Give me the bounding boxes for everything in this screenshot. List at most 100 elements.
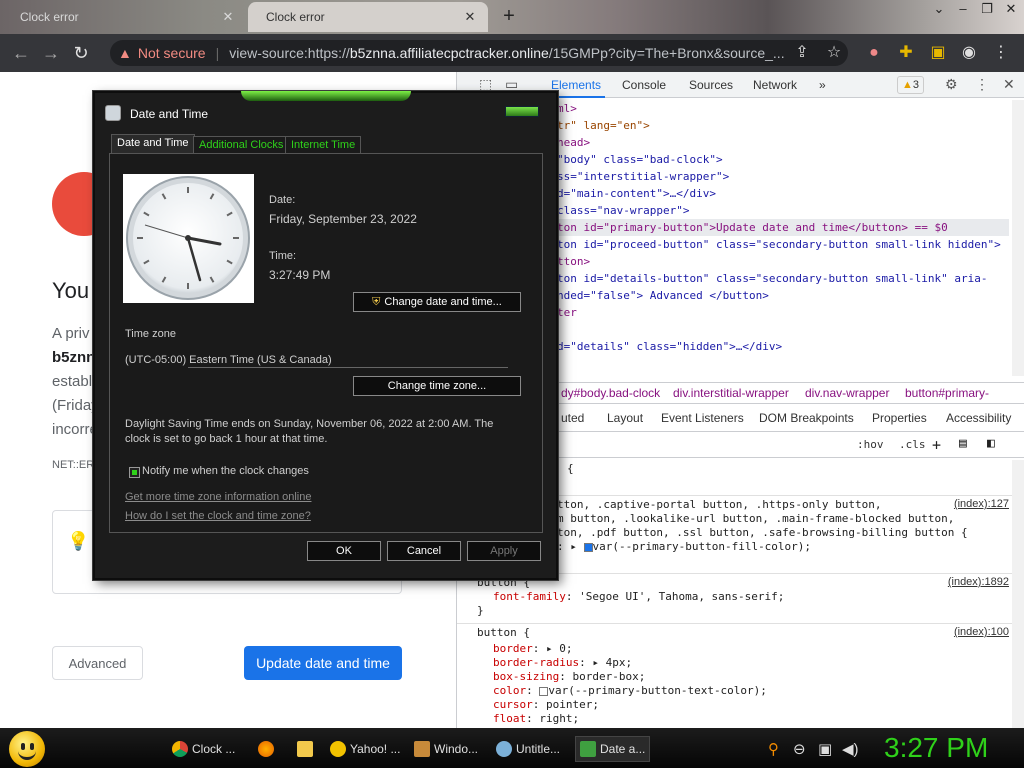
sidebar-toggle-icon[interactable]: ◧: [987, 436, 995, 451]
gear-icon[interactable]: ⚙: [945, 76, 958, 93]
tab-internet-time[interactable]: Internet Time: [285, 136, 362, 154]
breadcrumb-item[interactable]: div.nav-wrapper: [805, 386, 889, 400]
tab-layout[interactable]: Layout: [607, 411, 643, 425]
rule-source-link[interactable]: (index):127: [954, 498, 1009, 510]
timezone-value: (UTC-05:00) Eastern Time (US & Canada): [125, 354, 332, 366]
apply-button[interactable]: Apply: [467, 541, 541, 561]
rule-declaration: font-family: 'Segoe UI', Tahoma, sans-se…: [493, 590, 785, 603]
tab-dom-breakpoints[interactable]: DOM Breakpoints: [759, 411, 854, 425]
hover-state-toggle[interactable]: :hov: [857, 438, 884, 451]
tray-icon[interactable]: ⊖: [793, 740, 806, 758]
tab-elements[interactable]: Elements: [546, 78, 606, 98]
tab-computed[interactable]: uted: [561, 411, 584, 425]
notify-checkbox[interactable]: [129, 467, 140, 478]
close-icon[interactable]: ✕: [1003, 76, 1015, 93]
breadcrumb-item[interactable]: div.interstitial-wrapper: [673, 386, 789, 400]
styles-scrollbar[interactable]: [1012, 460, 1024, 728]
tab-strip: Clock error ✕ Clock error ✕ + ⌄ – ❐ ✕: [0, 0, 1024, 34]
restore-icon[interactable]: ❐: [974, 0, 1000, 18]
profile-flag-icon[interactable]: ●: [861, 39, 887, 67]
cancel-button[interactable]: Cancel: [387, 541, 461, 561]
share-icon[interactable]: ⇪: [789, 39, 815, 67]
taskbar-item-media-player[interactable]: Windo...: [414, 736, 478, 762]
change-time-zone-button[interactable]: Change time zone...: [353, 376, 521, 396]
dialog-close-button[interactable]: [505, 106, 539, 117]
dom-node[interactable]: ton id="proceed-button" class="secondary…: [557, 236, 1001, 253]
change-date-time-button[interactable]: ⛨ Change date and time...: [353, 292, 521, 312]
rule-source-link[interactable]: (index):1892: [948, 576, 1009, 588]
breadcrumb-item[interactable]: button#primary-: [905, 386, 989, 400]
chevron-down-icon[interactable]: ⌄: [926, 0, 952, 18]
tab-clock-error-2[interactable]: Clock error ✕: [248, 2, 488, 32]
tab-more[interactable]: »: [819, 78, 826, 92]
volume-icon[interactable]: ◀): [842, 740, 859, 758]
paint-icon[interactable]: ▤: [959, 436, 967, 451]
dom-node[interactable]: nded="false"> Advanced </button>: [557, 287, 769, 304]
rule-source-link[interactable]: (index):100: [954, 626, 1009, 638]
class-toggle[interactable]: .cls: [899, 438, 926, 451]
taskbar-item-yahoo[interactable]: Yahoo! ...: [330, 736, 400, 762]
time-label: Time:: [269, 250, 297, 262]
dom-node[interactable]: ml>: [557, 100, 577, 117]
tab-network[interactable]: Network: [753, 78, 797, 92]
forward-icon[interactable]: →: [36, 38, 66, 68]
dom-scrollbar[interactable]: [1012, 100, 1024, 376]
dom-node[interactable]: tr" lang="en">: [557, 117, 650, 134]
new-rule-icon[interactable]: +: [932, 436, 941, 454]
dom-node[interactable]: d="details" class="hidden">…</div>: [557, 338, 782, 355]
sidebar-icon[interactable]: ▣: [925, 39, 951, 67]
tab-date-and-time[interactable]: Date and Time: [111, 134, 195, 154]
more-icon[interactable]: ⋮: [975, 76, 989, 93]
dom-node[interactable]: tton>: [557, 253, 590, 270]
ok-button[interactable]: OK: [307, 541, 381, 561]
messenger-icon: [330, 741, 346, 757]
extensions-icon[interactable]: ✚: [893, 39, 919, 67]
dom-node[interactable]: ter: [557, 304, 577, 321]
warning-badge[interactable]: ▲3: [897, 76, 925, 94]
search-icon[interactable]: ⚲: [768, 740, 779, 758]
tab-event-listeners[interactable]: Event Listeners: [661, 411, 744, 425]
expand-icon[interactable]: : ▸: [557, 540, 584, 553]
dom-node[interactable]: ss="interstitial-wrapper">: [557, 168, 729, 185]
tab-console[interactable]: Console: [622, 78, 666, 92]
taskbar-item-firefox[interactable]: [258, 736, 278, 762]
advanced-button[interactable]: Advanced: [52, 646, 143, 680]
dom-node[interactable]: "body" class="bad-clock">: [557, 151, 723, 168]
minimize-icon[interactable]: –: [950, 0, 976, 18]
tab-clock-error-1[interactable]: Clock error ✕: [2, 2, 246, 32]
not-secure-label[interactable]: Not secure: [138, 45, 206, 61]
close-icon[interactable]: ✕: [462, 9, 478, 25]
taskbar-item-explorer[interactable]: [297, 736, 317, 762]
tab-additional-clocks[interactable]: Additional Clocks: [193, 136, 290, 154]
tab-sources[interactable]: Sources: [689, 78, 733, 92]
taskbar-item-chrome[interactable]: Clock ...: [172, 736, 235, 762]
update-date-time-button[interactable]: Update date and time: [244, 646, 402, 680]
avatar[interactable]: ◉: [956, 39, 982, 67]
tab-accessibility[interactable]: Accessibility: [946, 411, 1011, 425]
dom-node[interactable]: d="main-content">…</div>: [557, 185, 716, 202]
dom-node[interactable]: class="nav-wrapper">: [557, 202, 689, 219]
window-close-icon[interactable]: ✕: [998, 0, 1024, 18]
tab-properties[interactable]: Properties: [872, 411, 927, 425]
browser-toolbar: ← → ↻ ▲ Not secure | view-source:https:/…: [0, 34, 1024, 72]
title-glow: [241, 91, 411, 101]
back-icon[interactable]: ←: [6, 38, 36, 68]
color-swatch[interactable]: [583, 542, 593, 552]
reload-icon[interactable]: ↻: [66, 38, 96, 68]
menu-icon[interactable]: ⋮: [988, 39, 1014, 67]
address-bar[interactable]: ▲ Not secure | view-source:https://b5znn…: [110, 40, 848, 66]
taskbar-clock[interactable]: 3:27 PM: [884, 732, 988, 764]
taskbar-item-date-time[interactable]: Date a...: [575, 736, 651, 762]
rule-declaration: cursor: pointer;: [493, 698, 599, 711]
start-button[interactable]: [9, 731, 45, 767]
new-tab-button[interactable]: +: [498, 6, 520, 28]
close-icon[interactable]: ✕: [220, 9, 236, 25]
clock-help-link[interactable]: How do I set the clock and time zone?: [125, 510, 311, 522]
bookmark-star-icon[interactable]: ☆: [821, 39, 847, 67]
taskbar-item-paint[interactable]: Untitle...: [496, 736, 560, 762]
dom-node[interactable]: head>: [557, 134, 590, 151]
timezone-info-link[interactable]: Get more time zone information online: [125, 491, 311, 503]
breadcrumb-item[interactable]: dy#body.bad-clock: [561, 386, 660, 400]
dom-node[interactable]: ton id="details-button" class="secondary…: [557, 270, 987, 287]
network-icon[interactable]: ▣: [818, 740, 832, 758]
